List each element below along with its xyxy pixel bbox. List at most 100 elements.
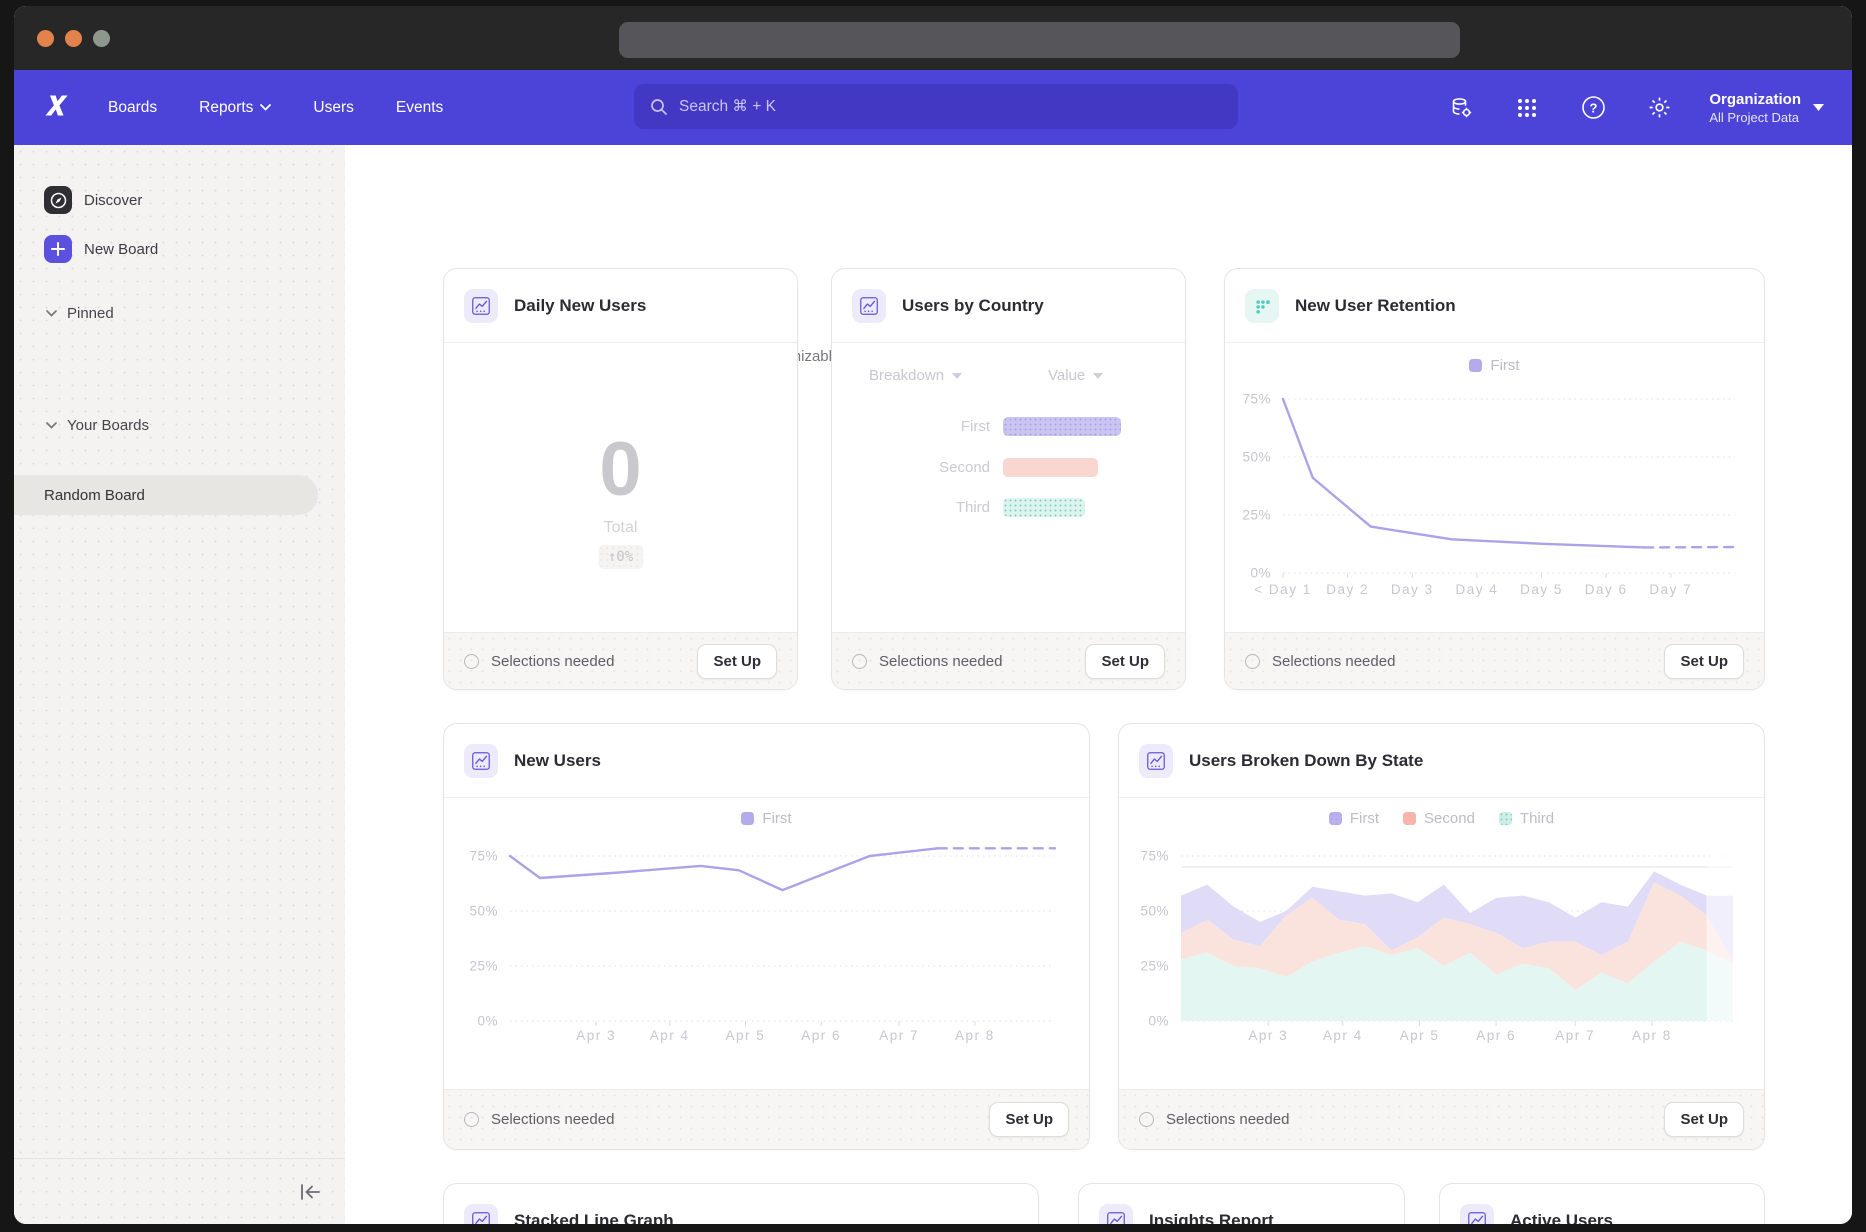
sidebar: Discover New Board Pinned Random Board bbox=[14, 145, 345, 1224]
breakdown-bar-third bbox=[1003, 498, 1085, 517]
status-text: Selections needed bbox=[879, 653, 1002, 670]
svg-text:50%: 50% bbox=[469, 904, 498, 919]
card-header: Users Broken Down By State bbox=[1119, 724, 1764, 798]
svg-text:Apr 6: Apr 6 bbox=[1476, 1028, 1516, 1043]
nav-item-boards[interactable]: Boards bbox=[108, 99, 157, 117]
card-footer: Selections needed Set Up bbox=[1225, 632, 1764, 689]
window-titlebar bbox=[14, 6, 1852, 70]
traffic-light-minimize[interactable] bbox=[65, 30, 82, 47]
card-header: New Users bbox=[444, 724, 1089, 798]
card-insights-report: Insights Report bbox=[1078, 1183, 1405, 1224]
org-subtitle: All Project Data bbox=[1709, 109, 1801, 126]
svg-text:0%: 0% bbox=[1148, 1014, 1169, 1029]
mixpanel-logo-icon[interactable]: 𝑿 bbox=[40, 92, 72, 122]
sidebar-footer bbox=[14, 1158, 345, 1224]
svg-text:< Day 1: < Day 1 bbox=[1254, 582, 1311, 597]
row-label: Second bbox=[870, 459, 990, 476]
help-icon[interactable]: ? bbox=[1571, 86, 1615, 130]
chevron-down-icon bbox=[46, 310, 57, 317]
status-radio-icon bbox=[1139, 1112, 1154, 1127]
svg-text:75%: 75% bbox=[1242, 392, 1271, 407]
chevron-down-icon bbox=[46, 422, 57, 429]
org-switcher[interactable]: Organization All Project Data bbox=[1709, 90, 1824, 126]
status-radio-icon bbox=[464, 1112, 479, 1127]
svg-text:Day 6: Day 6 bbox=[1585, 582, 1628, 597]
svg-text:Apr 4: Apr 4 bbox=[650, 1028, 690, 1043]
primary-nav: Boards Reports Users Events bbox=[108, 70, 443, 145]
svg-text:0%: 0% bbox=[1250, 566, 1271, 581]
collapse-sidebar-icon[interactable] bbox=[297, 1179, 323, 1205]
plus-icon bbox=[44, 235, 72, 263]
svg-text:75%: 75% bbox=[1140, 849, 1169, 864]
line-chart-icon bbox=[464, 1204, 498, 1224]
new-users-line-chart: 75%50%25%0%Apr 3Apr 4Apr 5Apr 6Apr 7Apr … bbox=[444, 798, 1090, 1091]
svg-text:Day 4: Day 4 bbox=[1456, 582, 1499, 597]
chevron-down-icon bbox=[952, 373, 962, 379]
sidebar-section-pinned[interactable]: Pinned bbox=[14, 299, 345, 327]
setup-button[interactable]: Set Up bbox=[1664, 644, 1744, 679]
traffic-light-close[interactable] bbox=[37, 30, 54, 47]
search-input[interactable]: Search ⌘ + K bbox=[634, 84, 1238, 129]
card-header: Insights Report bbox=[1079, 1184, 1404, 1224]
card-header: Stacked Line Graph bbox=[444, 1184, 1038, 1224]
svg-text:Apr 3: Apr 3 bbox=[576, 1028, 616, 1043]
board-content: Random Board A high-level summary of use… bbox=[345, 145, 1852, 1224]
setup-button[interactable]: Set Up bbox=[1085, 644, 1165, 679]
metric-value: 0 bbox=[444, 435, 797, 505]
card-footer: Selections needed Set Up bbox=[832, 632, 1185, 689]
settings-gear-icon[interactable] bbox=[1637, 86, 1681, 130]
svg-text:Apr 7: Apr 7 bbox=[1555, 1028, 1595, 1043]
card-users-by-state: Users Broken Down By State First Second … bbox=[1118, 723, 1765, 1150]
card-footer: Selections needed Set Up bbox=[1119, 1089, 1764, 1149]
apps-grid-icon[interactable] bbox=[1505, 86, 1549, 130]
card-header: Active Users bbox=[1440, 1184, 1764, 1224]
line-chart-icon bbox=[1460, 1204, 1494, 1224]
status-text: Selections needed bbox=[1272, 653, 1395, 670]
sidebar-item-discover[interactable]: Discover bbox=[14, 180, 345, 220]
card-stacked-line-graph: Stacked Line Graph bbox=[443, 1183, 1039, 1224]
svg-text:50%: 50% bbox=[1242, 450, 1271, 465]
status-text: Selections needed bbox=[1166, 1111, 1289, 1128]
data-management-icon[interactable] bbox=[1439, 86, 1483, 130]
sidebar-item-new-board[interactable]: New Board bbox=[14, 229, 345, 269]
app-window: 𝑿 Boards Reports Users Events Search ⌘ +… bbox=[14, 6, 1852, 1224]
setup-button[interactable]: Set Up bbox=[697, 644, 777, 679]
card-header: Users by Country bbox=[832, 269, 1185, 343]
card-users-by-country: Users by Country Breakdown Value First S… bbox=[831, 268, 1186, 690]
svg-text:Day 7: Day 7 bbox=[1649, 582, 1692, 597]
line-chart-icon bbox=[1139, 744, 1173, 778]
browser-address-bar[interactable] bbox=[619, 22, 1460, 58]
svg-text:50%: 50% bbox=[1140, 904, 1169, 919]
svg-text:Apr 3: Apr 3 bbox=[1248, 1028, 1288, 1043]
svg-text:25%: 25% bbox=[1242, 508, 1271, 523]
setup-button[interactable]: Set Up bbox=[989, 1102, 1069, 1137]
nav-item-users[interactable]: Users bbox=[313, 99, 353, 117]
setup-button[interactable]: Set Up bbox=[1664, 1102, 1744, 1137]
svg-text:Apr 5: Apr 5 bbox=[1400, 1028, 1440, 1043]
nav-item-events[interactable]: Events bbox=[396, 99, 443, 117]
screen: 𝑿 Boards Reports Users Events Search ⌘ +… bbox=[0, 0, 1866, 1232]
sidebar-item-random-board[interactable]: Random Board bbox=[14, 475, 318, 515]
card-header: Daily New Users bbox=[444, 269, 797, 343]
svg-text:Day 3: Day 3 bbox=[1391, 582, 1434, 597]
chevron-down-icon bbox=[1093, 373, 1103, 379]
card-new-user-retention: New User Retention First 75%50%25%0%< Da… bbox=[1224, 268, 1765, 690]
card-daily-new-users: Daily New Users 0 Total ↑0% Selections n… bbox=[443, 268, 798, 690]
stacked-area-chart: 75%50%25%0%Apr 3Apr 4Apr 5Apr 6Apr 7Apr … bbox=[1119, 798, 1765, 1091]
breakdown-column-header[interactable]: Breakdown bbox=[869, 367, 962, 384]
card-title: New User Retention bbox=[1295, 296, 1456, 316]
svg-text:Apr 7: Apr 7 bbox=[879, 1028, 919, 1043]
card-footer: Selections needed Set Up bbox=[444, 632, 797, 689]
sidebar-section-your-boards[interactable]: Your Boards bbox=[14, 411, 345, 439]
nav-item-reports[interactable]: Reports bbox=[199, 99, 271, 117]
value-column-header[interactable]: Value bbox=[1048, 367, 1103, 384]
svg-text:25%: 25% bbox=[469, 959, 498, 974]
retention-grid-icon bbox=[1245, 289, 1279, 323]
traffic-light-zoom[interactable] bbox=[93, 30, 110, 47]
search-icon bbox=[650, 98, 668, 116]
card-title: Users Broken Down By State bbox=[1189, 751, 1423, 771]
status-text: Selections needed bbox=[491, 653, 614, 670]
svg-text:Day 2: Day 2 bbox=[1326, 582, 1369, 597]
breakdown-bar-second bbox=[1003, 458, 1098, 477]
svg-text:75%: 75% bbox=[469, 849, 498, 864]
